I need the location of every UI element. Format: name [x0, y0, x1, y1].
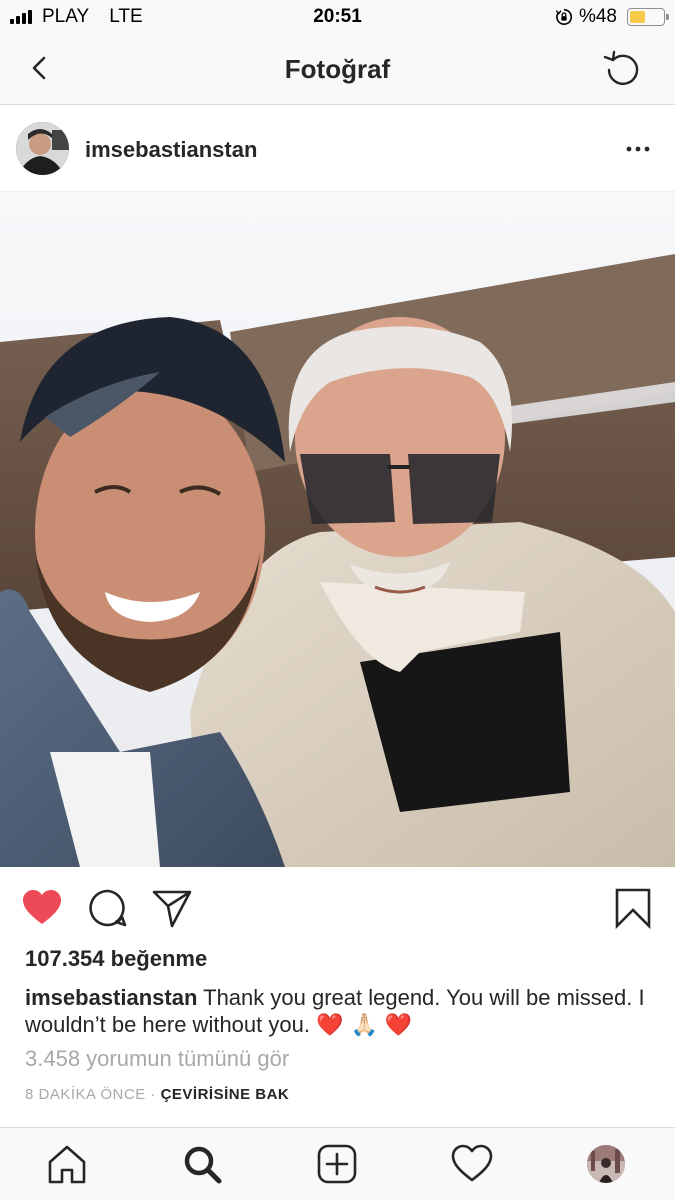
post-username[interactable]: imsebastianstan [85, 137, 257, 163]
caption-emojis: ❤️ 🙏🏻 ❤️ [316, 1013, 413, 1038]
more-horizontal-icon[interactable] [623, 134, 653, 164]
battery-icon [627, 8, 669, 26]
home-icon[interactable] [45, 1142, 89, 1186]
orientation-lock-icon [555, 8, 573, 25]
avatar[interactable] [16, 122, 69, 175]
search-icon[interactable] [180, 1142, 224, 1186]
battery-percent: %48 [578, 6, 617, 27]
bookmark-icon[interactable] [611, 886, 655, 930]
tab-bar [0, 1127, 675, 1200]
add-icon[interactable] [315, 1142, 359, 1186]
page-title: Fotoğraf [284, 54, 391, 84]
caption-username[interactable]: imsebastianstan [25, 985, 197, 1010]
likes-count[interactable]: 107.354 beğenme [25, 946, 207, 972]
meta-separator: · [145, 1086, 161, 1103]
profile-avatar[interactable] [587, 1145, 625, 1183]
post-meta: 8 DAKİKA ÖNCE · ÇEVİRİSİNE BAK [25, 1086, 289, 1103]
comment-icon[interactable] [86, 886, 130, 930]
view-comments-link[interactable]: 3.458 yorumun tümünü gör [25, 1046, 289, 1072]
battery-fill [630, 11, 645, 23]
post-actions [0, 868, 675, 944]
nav-bar: Fotoğraf [0, 34, 675, 105]
status-bar: PLAY LTE 20:51 %48 [0, 0, 675, 34]
caption: imsebastianstan Thank you great legend. … [25, 984, 645, 1039]
post-time: 8 DAKİKA ÖNCE [25, 1086, 146, 1103]
post-photo[interactable] [0, 192, 675, 867]
post-header: imsebastianstan [0, 106, 675, 192]
status-right: %48 [555, 6, 669, 28]
translate-link[interactable]: ÇEVİRİSİNE BAK [161, 1086, 290, 1103]
heart-filled-icon[interactable] [20, 886, 64, 930]
activity-icon[interactable] [450, 1142, 494, 1186]
refresh-icon[interactable] [601, 48, 645, 92]
share-icon[interactable] [150, 886, 194, 930]
